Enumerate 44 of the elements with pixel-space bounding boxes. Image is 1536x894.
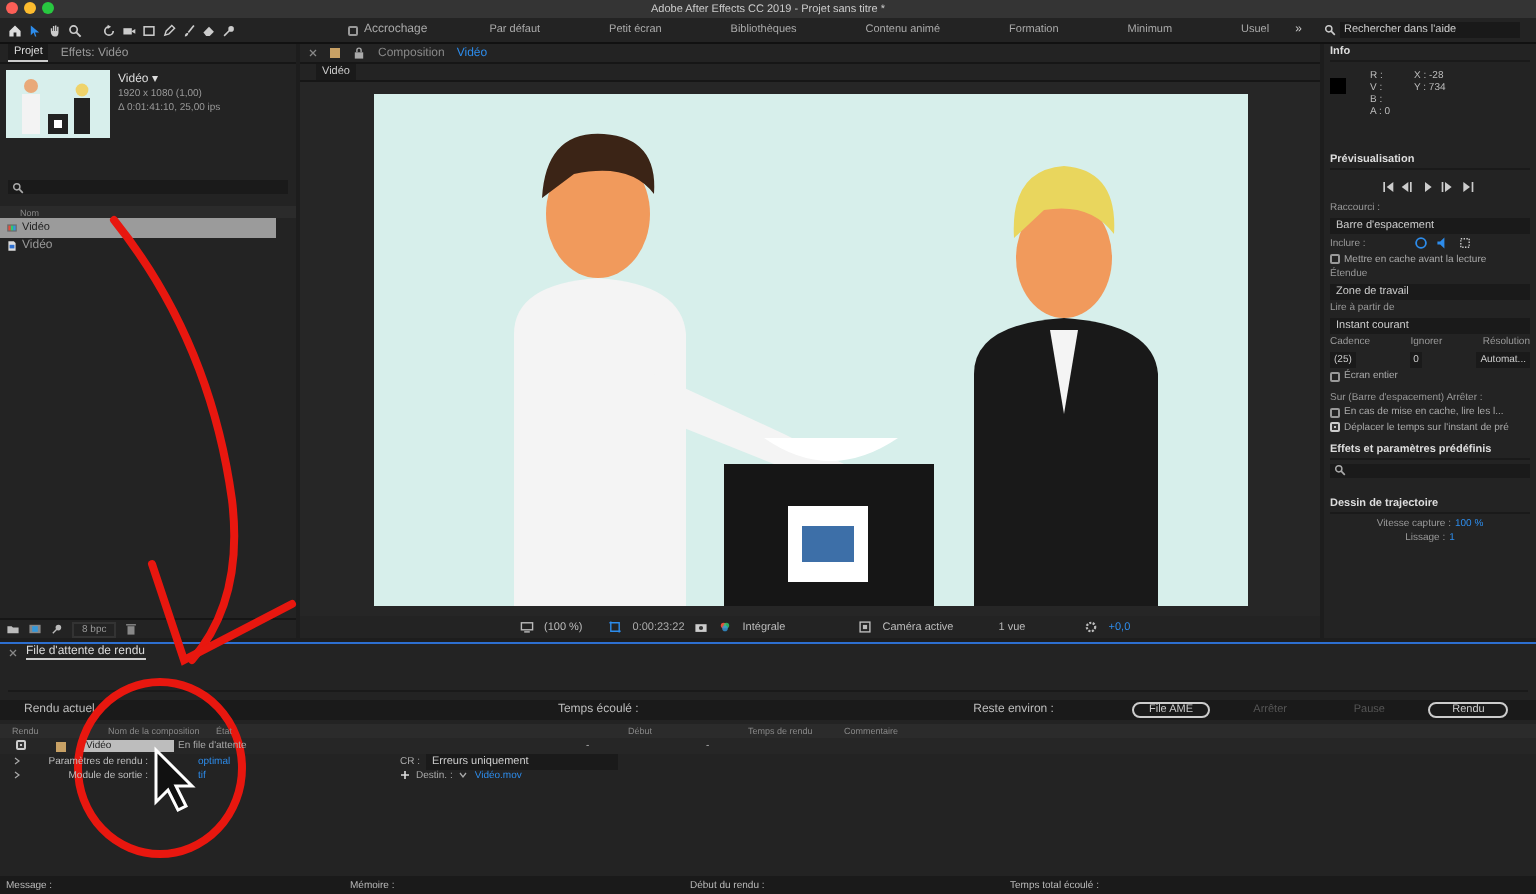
search-icon [1324,24,1336,36]
rectangle-icon[interactable] [142,23,156,37]
eraser-icon[interactable] [202,23,216,37]
zoom-icon[interactable] [68,23,82,37]
camera-icon[interactable] [122,23,136,37]
camera-icon[interactable] [694,620,709,634]
checkbox[interactable] [1330,371,1340,381]
trash-icon[interactable] [124,622,139,636]
minimize-button[interactable] [24,2,36,14]
pin-icon[interactable] [50,622,64,636]
composition-icon [6,222,18,234]
display-icon[interactable] [520,620,534,634]
crop-icon[interactable] [608,620,623,634]
region-icon[interactable] [858,620,873,634]
add-output-button[interactable] [400,770,410,780]
lock-icon[interactable] [352,46,366,60]
color-channels-icon[interactable] [718,620,733,634]
checkbox[interactable] [1330,254,1340,264]
search-icon [12,181,24,193]
effects-search-field[interactable] [1330,463,1530,477]
brush-icon[interactable] [182,23,196,37]
file-icon [6,240,18,252]
cursor-icon [154,746,196,812]
pin-icon[interactable] [222,23,236,37]
checkbox[interactable] [1330,407,1340,417]
color-swatch [1330,77,1346,93]
pen-icon[interactable] [162,23,176,37]
composition-icon[interactable] [28,622,42,636]
zoom-button[interactable] [42,2,54,14]
close-button[interactable] [6,2,18,14]
project-search-field[interactable] [8,180,288,194]
video-icon[interactable] [1413,236,1428,250]
folder-icon[interactable] [6,622,20,636]
home-icon[interactable] [8,23,22,37]
close-icon[interactable] [308,48,318,58]
hand-icon[interactable] [48,23,62,37]
pointer-icon[interactable] [28,23,42,37]
close-icon[interactable] [8,648,18,658]
rotate-icon[interactable] [102,23,116,37]
search-icon [1334,464,1346,476]
checkbox[interactable] [1330,422,1340,432]
label-color-icon [330,48,340,58]
checkbox[interactable] [16,739,26,749]
checkbox[interactable] [348,25,358,35]
